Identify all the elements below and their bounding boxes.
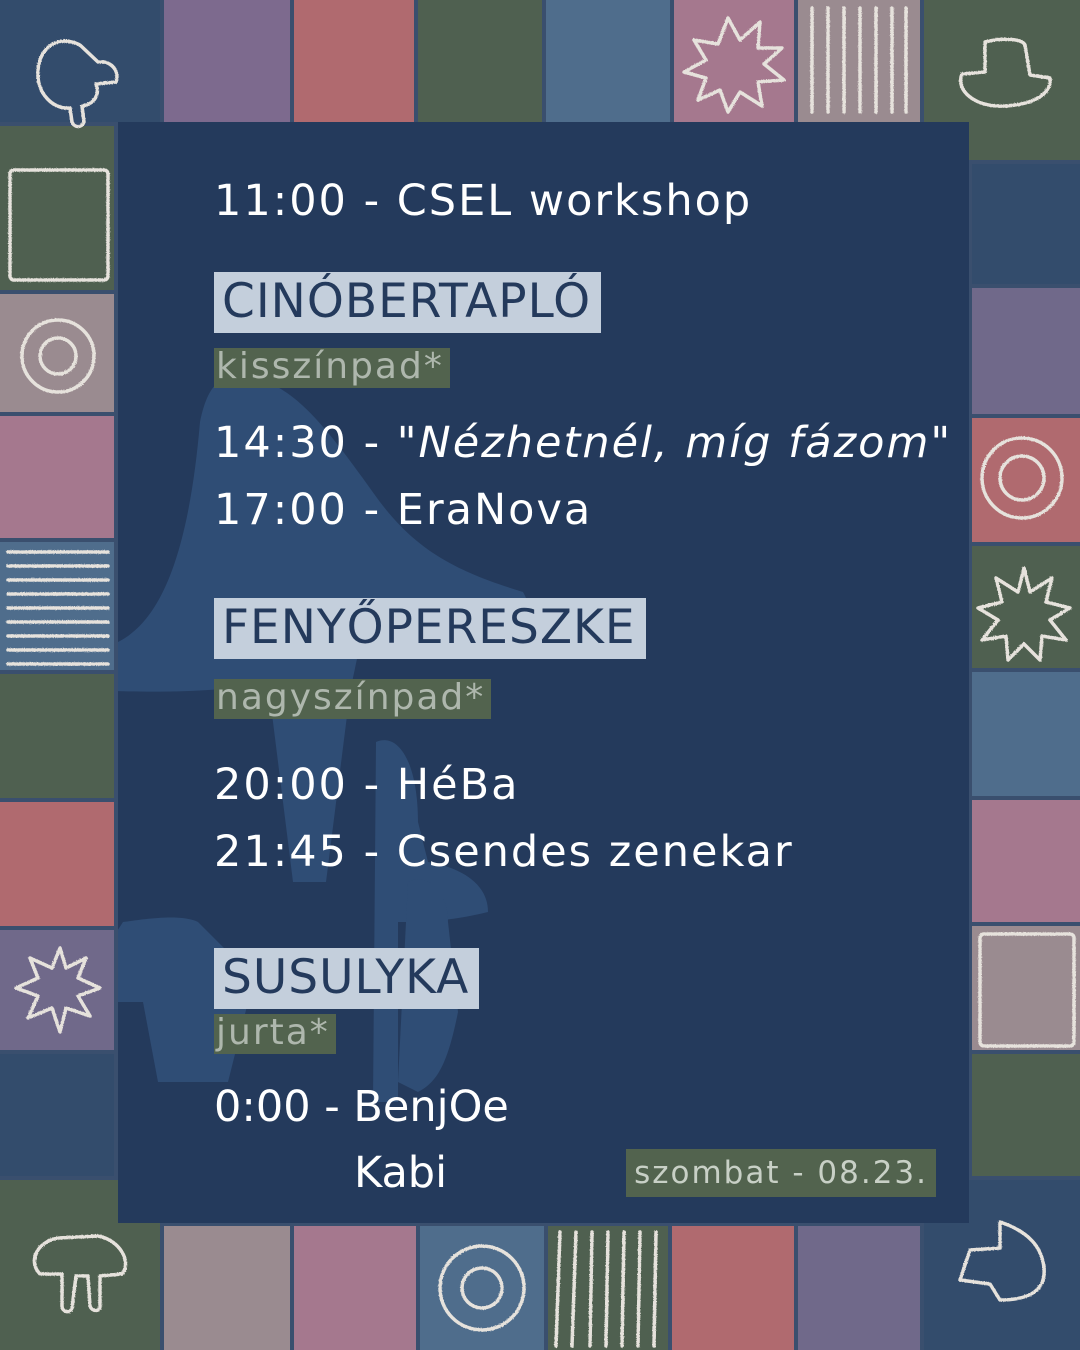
separator: - xyxy=(347,176,397,226)
act-row: 14:30 - "Nézhetnél, míg fázom" xyxy=(214,418,953,468)
venue-title-susulyka: SUSULYKA xyxy=(214,948,480,1009)
act-row: 21:45 - Csendes zenekar xyxy=(214,827,794,877)
venue-title-fenyopereszke: FENYŐPERESZKE xyxy=(214,598,646,659)
venue-title-cinobertaplo: CINÓBERTAPLÓ xyxy=(214,272,602,333)
act-time: 21:45 xyxy=(214,827,348,877)
date-badge: szombat - 08.23. xyxy=(626,1149,936,1197)
opening-title: CSEL workshop xyxy=(396,176,753,226)
act-row: 0:00 - BenjOe xyxy=(214,1082,509,1132)
opening-row: 11:00 - CSEL workshop xyxy=(214,180,752,223)
venue-type-kisszinpad: kisszínpad* xyxy=(214,348,450,388)
act-title: EraNova xyxy=(396,485,593,535)
act-title: Csendes zenekar xyxy=(396,827,794,877)
act-title-second-line: Kabi xyxy=(354,1148,448,1198)
schedule-panel: 11:00 - CSEL workshop CINÓBERTAPLÓ kissz… xyxy=(118,122,969,1223)
act-time: 14:30 xyxy=(214,418,348,468)
act-time: 0:00 xyxy=(214,1082,311,1132)
venue-type-jurta: jurta* xyxy=(214,1014,336,1054)
act-row: 20:00 - HéBa xyxy=(214,760,520,810)
bottom-tile-row xyxy=(164,1226,920,1350)
act-title: "Nézhetnél, míg fázom" xyxy=(396,418,953,468)
venue-type-nagyszinpad: nagyszínpad* xyxy=(214,679,492,719)
opening-time: 11:00 xyxy=(214,176,348,226)
act-time: 17:00 xyxy=(214,485,348,535)
act-time: 20:00 xyxy=(214,760,348,810)
act-row: 17:00 - EraNova xyxy=(214,485,593,535)
act-title: BenjOe xyxy=(353,1082,509,1132)
act-title: HéBa xyxy=(396,760,520,810)
